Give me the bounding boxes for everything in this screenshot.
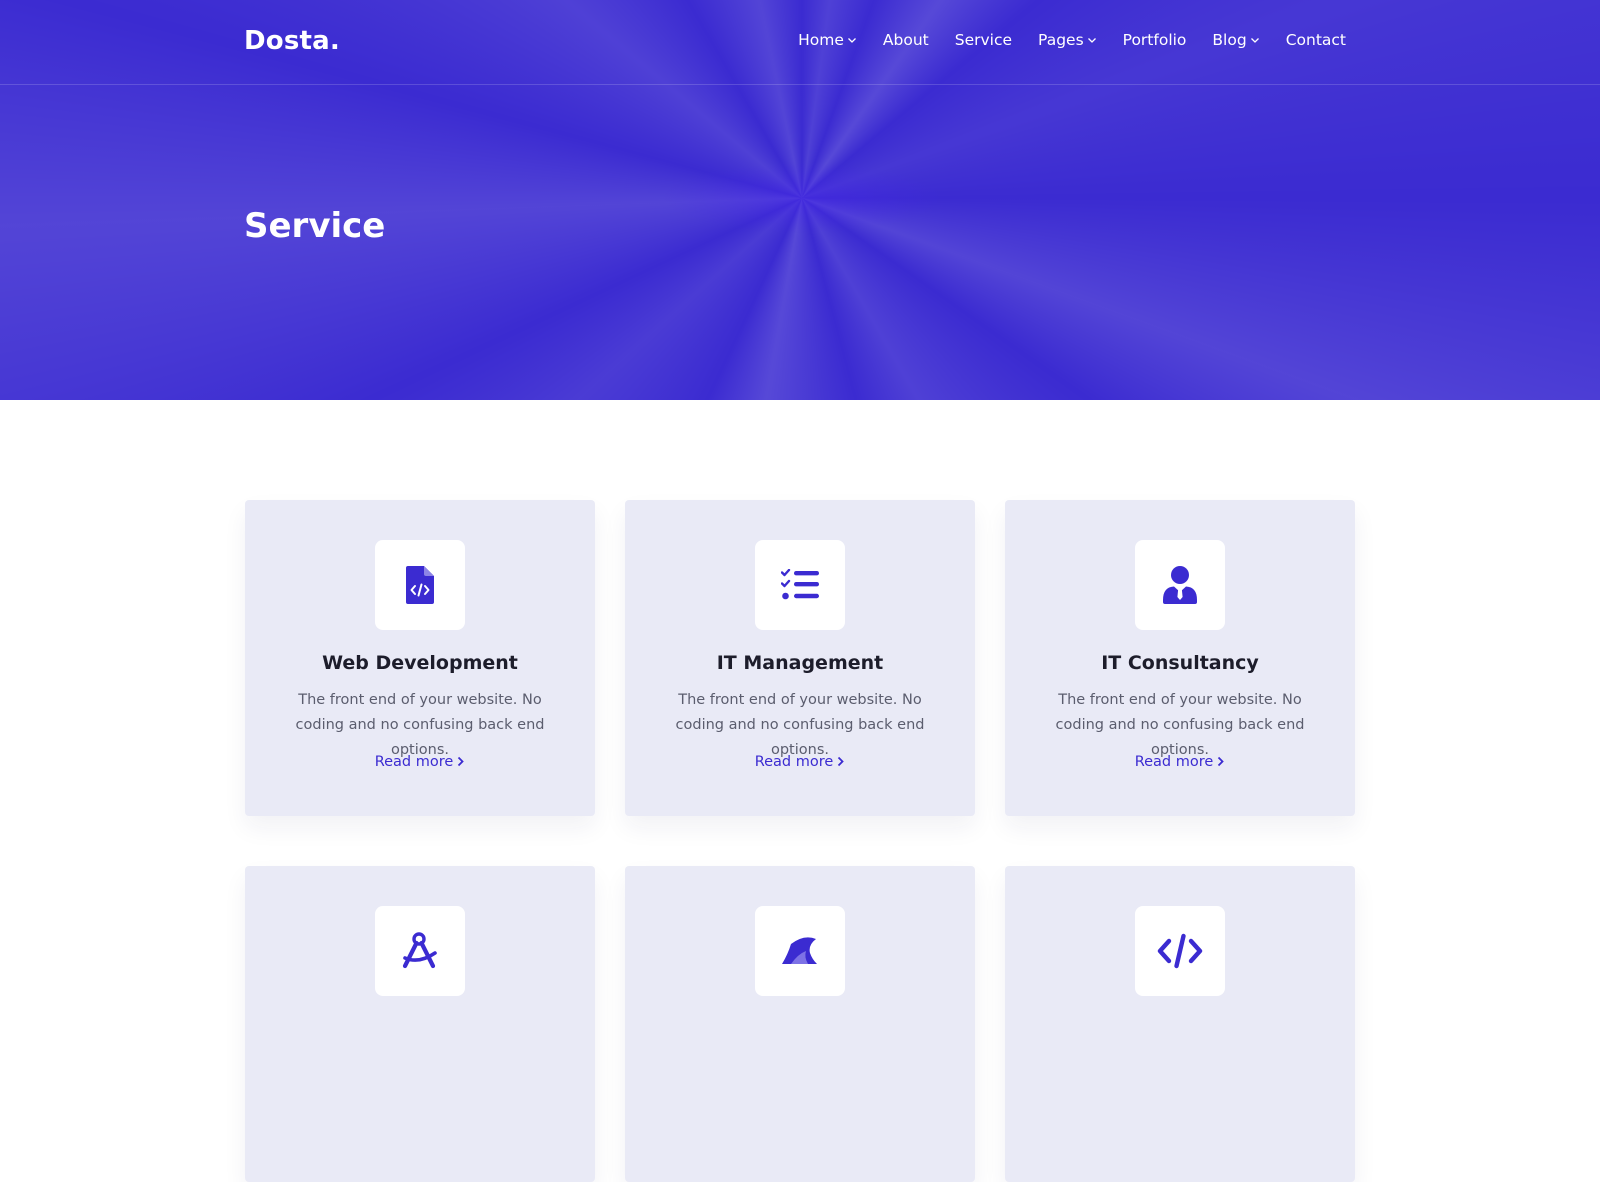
chevron-right-icon	[1218, 756, 1225, 767]
service-description: The front end of your website. No coding…	[295, 692, 545, 758]
service-card-5	[625, 866, 975, 1182]
service-card-it-consultancy: IT Consultancy The front end of your web…	[1005, 500, 1355, 816]
nav-label: Service	[954, 31, 1013, 49]
read-more-link[interactable]: Read more	[625, 754, 975, 770]
nav-item-about[interactable]: About	[883, 31, 929, 49]
read-more-link[interactable]: Read more	[245, 754, 595, 770]
site-logo[interactable]: Dosta.	[244, 26, 340, 56]
service-icon-box	[375, 540, 465, 630]
shark-fin-icon	[782, 937, 817, 964]
service-card-it-management: IT Management The front end of your webs…	[625, 500, 975, 816]
chevron-down-icon	[1250, 38, 1259, 43]
service-card-4	[245, 866, 595, 1182]
chevron-down-icon	[1087, 38, 1096, 43]
nav-label: Contact	[1285, 31, 1346, 49]
user-tie-icon	[1163, 566, 1197, 604]
chevron-down-icon	[847, 38, 856, 43]
site-header: Dosta. Home About Service Pages Portfoli…	[0, 0, 1600, 85]
page-title: Service	[244, 206, 386, 246]
service-icon-box	[755, 540, 845, 630]
read-more-label: Read more	[754, 754, 834, 770]
read-more-label: Read more	[1134, 754, 1214, 770]
service-description: The front end of your website. No coding…	[675, 692, 925, 758]
service-icon-box	[1135, 906, 1225, 996]
read-more-link[interactable]: Read more	[1005, 754, 1355, 770]
nav-label: Blog	[1212, 31, 1247, 49]
service-card-web-development: Web Development The front end of your we…	[245, 500, 595, 816]
nav-label: Pages	[1038, 31, 1084, 49]
service-card-6	[1005, 866, 1355, 1182]
tasks-list-icon	[781, 569, 819, 600]
service-icon-box	[1135, 540, 1225, 630]
nav-item-pages[interactable]: Pages	[1038, 31, 1097, 49]
service-description: The front end of your website. No coding…	[1055, 692, 1305, 758]
nav-item-service[interactable]: Service	[955, 31, 1012, 49]
service-title: IT Consultancy	[1101, 652, 1259, 674]
nav-item-portfolio[interactable]: Portfolio	[1123, 31, 1187, 49]
nav-item-contact[interactable]: Contact	[1286, 31, 1346, 49]
nav-item-home[interactable]: Home	[798, 31, 857, 49]
read-more-label: Read more	[374, 754, 454, 770]
hero-banner: Dosta. Home About Service Pages Portfoli…	[0, 0, 1600, 400]
chevron-right-icon	[458, 756, 465, 767]
nav-label: Home	[798, 31, 844, 49]
file-code-icon	[406, 566, 434, 604]
service-icon-box	[375, 906, 465, 996]
service-title: Web Development	[322, 652, 518, 674]
drafting-compass-icon	[402, 932, 437, 969]
service-icon-box	[755, 906, 845, 996]
main-nav: Home About Service Pages Portfolio Blog …	[798, 31, 1346, 49]
nav-item-blog[interactable]: Blog	[1212, 31, 1259, 49]
nav-label: Portfolio	[1122, 31, 1187, 49]
code-icon	[1157, 933, 1203, 969]
service-title: IT Management	[716, 652, 884, 674]
nav-label: About	[882, 31, 929, 49]
chevron-right-icon	[838, 756, 845, 767]
